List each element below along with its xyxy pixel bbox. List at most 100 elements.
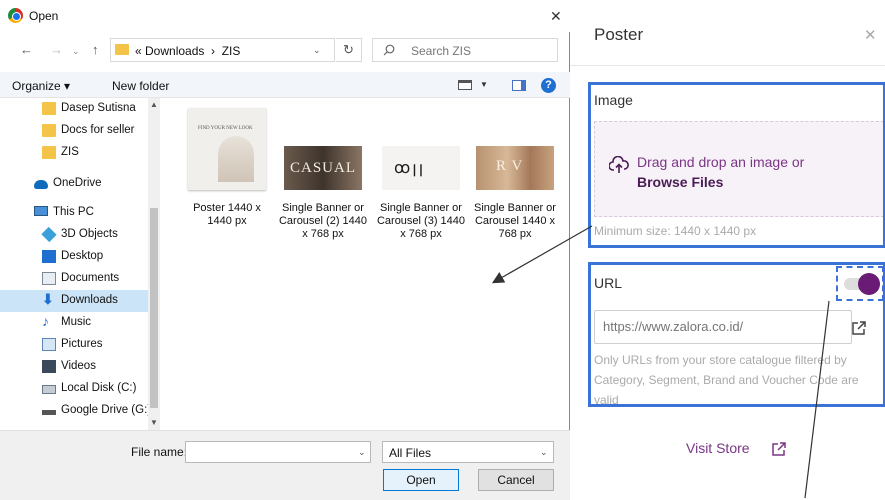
dialog-title: Open <box>29 9 59 23</box>
documents-icon <box>42 272 56 285</box>
navigation-pane: Dasep Sutisna Docs for seller ZIS OneDri… <box>0 98 160 430</box>
drive-icon <box>42 410 56 415</box>
toggle-highlight <box>836 266 884 301</box>
image-section-highlight <box>588 82 885 248</box>
file-list: FIND YOUR NEW LOOK Poster 1440 x 1440 px… <box>160 98 570 430</box>
nav-item-local-disk[interactable]: Local Disk (C:) <box>0 378 148 400</box>
nav-item-dasep-sutisna[interactable]: Dasep Sutisna <box>0 98 148 120</box>
nav-item-downloads[interactable]: ⬇ Downloads <box>0 290 148 312</box>
dialog-title-bar: Open ✕ <box>0 0 570 32</box>
folder-icon <box>42 124 56 137</box>
nav-item-label: OneDrive <box>53 177 102 189</box>
nav-item-label: Downloads <box>61 294 118 306</box>
file-thumbnail: ꝏꞁꞁ <box>382 146 460 190</box>
desktop-icon <box>42 250 56 263</box>
external-link-icon[interactable] <box>771 441 787 457</box>
open-file-dialog: Open ✕ ← → ⌄ ↑ « Downloads › ZIS ⌄ ↻ Sea… <box>0 0 570 500</box>
folder-icon <box>42 102 56 115</box>
organize-button[interactable]: Organize ▾ <box>12 79 70 93</box>
search-input[interactable]: Search ZIS <box>411 44 471 58</box>
scroll-down-icon[interactable]: ▼ <box>150 418 158 427</box>
nav-item-music[interactable]: ♪ Music <box>0 312 148 334</box>
nav-item-label: Docs for seller <box>61 124 135 136</box>
file-name: Poster 1440 x 1440 px <box>193 202 261 227</box>
file-type-select[interactable]: All Files ⌄ <box>382 441 554 463</box>
dialog-toolbar: Organize ▾ New folder ▼ ? <box>0 72 570 98</box>
thumbnail-text: FIND YOUR NEW LOOK <box>198 126 253 131</box>
thumbnail-text: R V <box>496 158 524 174</box>
file-name-label: File name: <box>131 445 188 459</box>
nav-item-this-pc[interactable]: This PC <box>0 202 148 224</box>
nav-scrollbar[interactable]: ▲ ▼ <box>148 98 160 430</box>
file-name: Single Banner or Carousel (2) 1440 x 768… <box>278 202 368 240</box>
preview-pane-icon[interactable] <box>512 80 526 91</box>
videos-icon <box>42 360 56 373</box>
caret-down-icon[interactable]: ▼ <box>480 80 488 89</box>
file-thumbnail: FIND YOUR NEW LOOK <box>188 108 266 190</box>
file-thumbnail: CASUAL <box>284 146 362 190</box>
visit-store-link[interactable]: Visit Store <box>686 440 750 456</box>
search-field[interactable]: Search ZIS <box>372 38 558 62</box>
chevron-down-icon[interactable]: ⌄ <box>313 45 321 56</box>
open-button[interactable]: Open <box>383 469 459 491</box>
thumbnail-text: CASUAL <box>290 160 357 176</box>
pictures-icon <box>42 338 56 351</box>
nav-item-desktop[interactable]: Desktop <box>0 246 148 268</box>
scroll-up-icon[interactable]: ▲ <box>150 100 158 109</box>
scroll-thumb[interactable] <box>150 208 158 408</box>
breadcrumb[interactable]: « Downloads › ZIS <box>135 44 240 58</box>
nav-item-label: Music <box>61 316 92 328</box>
close-icon[interactable]: ✕ <box>550 8 562 25</box>
recent-locations-icon[interactable]: ⌄ <box>72 46 80 57</box>
file-thumbnail: R V <box>476 146 554 190</box>
nav-item-videos[interactable]: Videos <box>0 356 148 378</box>
3d-objects-icon <box>41 226 57 243</box>
nav-item-label: Videos <box>61 360 96 372</box>
nav-item-label: This PC <box>53 206 94 218</box>
folder-icon <box>42 146 56 159</box>
nav-item-onedrive[interactable]: OneDrive <box>0 173 148 195</box>
file-type-value: All Files <box>389 446 432 460</box>
address-bar[interactable]: « Downloads › ZIS ⌄ <box>110 38 335 62</box>
close-icon[interactable]: ✕ <box>864 26 877 44</box>
nav-item-label: Local Disk (C:) <box>61 382 137 394</box>
music-icon: ♪ <box>42 313 49 329</box>
downloads-icon: ⬇ <box>42 291 54 307</box>
thumbnail-text: ꝏꞁꞁ <box>394 160 426 177</box>
cloud-icon <box>34 180 48 189</box>
chevron-down-icon[interactable]: ⌄ <box>540 447 548 458</box>
nav-item-label: Dasep Sutisna <box>61 102 136 114</box>
disk-icon <box>42 385 56 394</box>
file-name: Single Banner or Carousel (3) 1440 x 768… <box>376 202 466 240</box>
dialog-bottom-bar: File name: ⌄ All Files ⌄ Open Cancel <box>0 430 570 500</box>
new-folder-button[interactable]: New folder <box>112 79 169 93</box>
chrome-icon <box>8 8 23 23</box>
nav-item-docs-for-seller[interactable]: Docs for seller <box>0 120 148 142</box>
pc-icon <box>34 206 48 216</box>
thumbnail-image <box>218 136 254 182</box>
nav-item-label: Pictures <box>61 338 103 350</box>
file-name: Single Banner or Carousel 1440 x 768 px <box>474 202 556 240</box>
nav-item-label: ZIS <box>61 146 79 158</box>
nav-item-label: Desktop <box>61 250 104 262</box>
nav-item-label: Documents <box>61 272 120 284</box>
nav-item-documents[interactable]: Documents <box>0 268 148 290</box>
nav-item-label: Google Drive (G:) <box>61 404 152 416</box>
folder-icon <box>115 44 129 55</box>
up-arrow-icon[interactable]: ↑ <box>92 42 99 57</box>
refresh-icon[interactable]: ↻ <box>336 38 362 62</box>
view-options-icon[interactable] <box>458 80 472 90</box>
nav-item-google-drive[interactable]: Google Drive (G:) <box>0 400 152 422</box>
cancel-button[interactable]: Cancel <box>478 469 554 491</box>
poster-header: Poster ✕ <box>566 0 885 66</box>
file-name-input[interactable]: ⌄ <box>185 441 371 463</box>
search-icon <box>383 44 395 56</box>
back-arrow-icon[interactable]: ← <box>20 42 33 57</box>
forward-arrow-icon[interactable]: → <box>50 42 63 57</box>
help-icon[interactable]: ? <box>541 78 556 93</box>
nav-item-3d-objects[interactable]: 3D Objects <box>0 224 148 246</box>
chevron-down-icon[interactable]: ⌄ <box>358 447 366 458</box>
poster-title: Poster <box>594 25 644 44</box>
nav-item-pictures[interactable]: Pictures <box>0 334 148 356</box>
nav-item-zis[interactable]: ZIS <box>0 142 148 164</box>
